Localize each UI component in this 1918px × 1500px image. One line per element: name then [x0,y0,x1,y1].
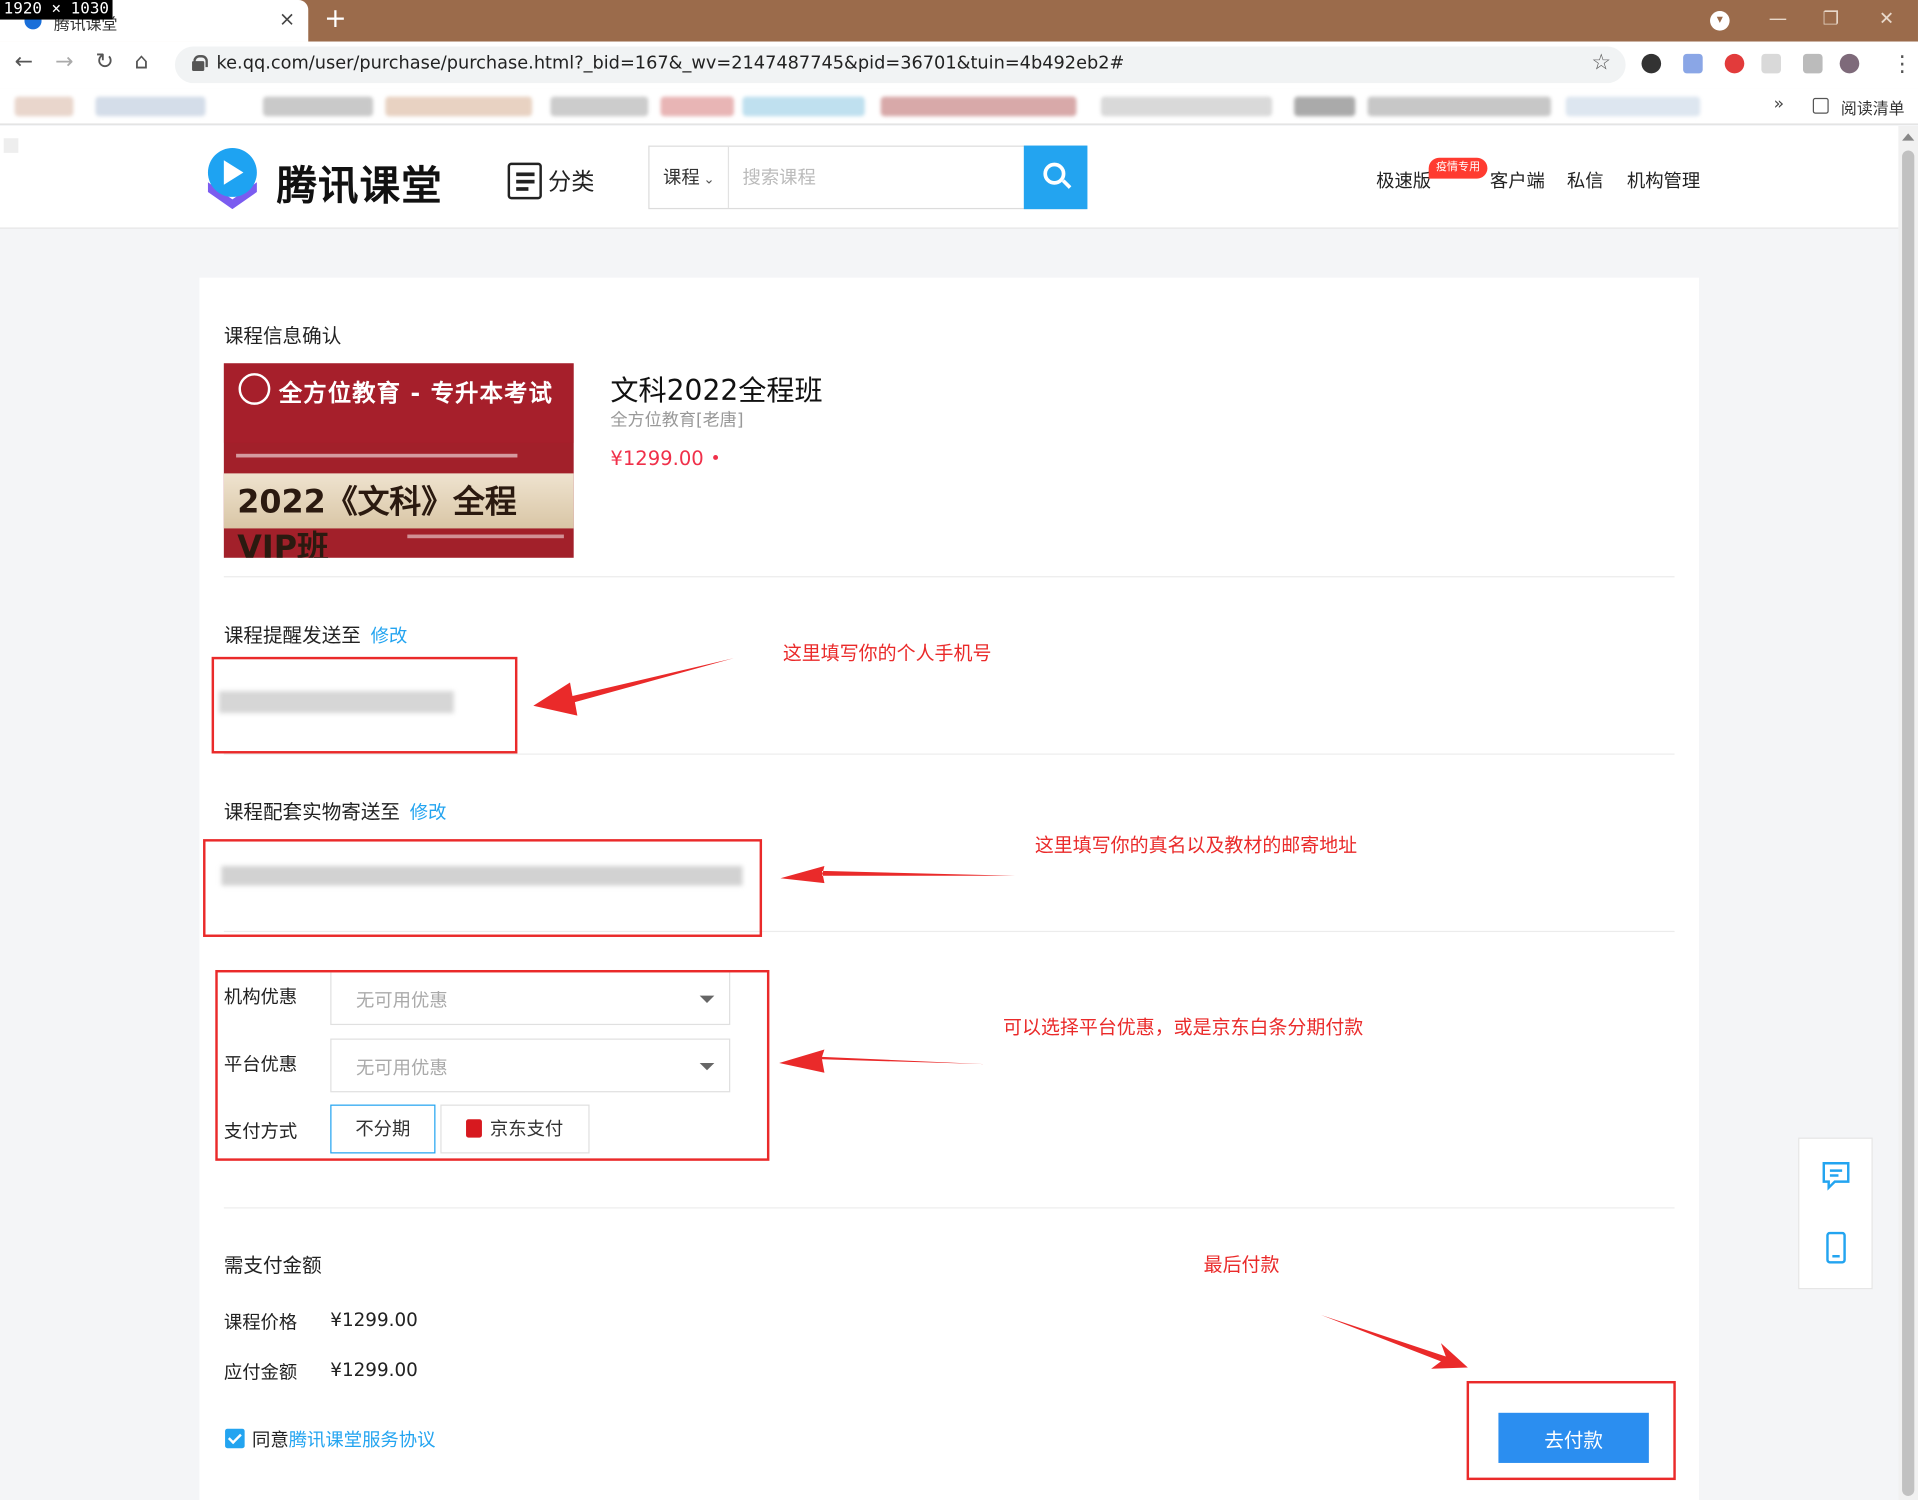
profile-menu-icon[interactable]: ▾ [1710,11,1730,31]
annotation-box-address [203,839,763,937]
back-icon[interactable]: ← [15,49,33,75]
reload-icon[interactable]: ↻ [95,49,113,75]
side-toolbar [1798,1137,1873,1290]
amount-due-title: 需支付金额 [223,1253,322,1278]
more-bookmarks-icon[interactable]: » [1774,94,1784,114]
service-agreement-link[interactable]: 腾讯课堂服务协议 [289,1429,436,1451]
lock-icon [192,55,208,71]
cover-course-title: 2022《文科》全程VIP班 [237,484,517,558]
nav-messages[interactable]: 私信 [1567,168,1604,194]
course-cover-image[interactable]: 全方位教育 - 专升本考试 2022《文科》全程VIP班 [223,363,574,558]
course-name[interactable]: 文科2022全程班 [610,367,822,409]
category-label[interactable]: 分类 [548,164,595,197]
extension-icon[interactable] [1683,53,1703,74]
screenshot-stage: 腾讯课堂 × + ▾ — ❐ ✕ 1920 × 1030 ← → ↻ ⌂ ke.… [0,0,1918,1500]
reminder-title: 课程提醒发送至 修改 [223,623,408,648]
bookmark-item[interactable] [1294,96,1356,117]
reminder-edit-link[interactable]: 修改 [371,625,408,647]
bookmark-item[interactable] [660,96,734,117]
promo-badge: 疫情专用 [1428,157,1488,179]
amount-due-value: ¥1299.00 [330,1358,418,1381]
scrollbar-thumb[interactable] [1902,150,1915,1496]
tencent-classroom-logo-icon[interactable] [198,146,266,210]
bookmark-item[interactable] [880,96,1077,117]
bookmark-item[interactable] [742,96,865,117]
bookmark-item[interactable] [262,96,374,117]
address-bar[interactable]: ke.qq.com/user/purchase/purchase.html?_b… [174,46,1626,84]
course-price: ¥1299.00 [610,446,704,470]
search-type-label: 课程 [662,166,700,189]
reading-list-icon [1812,97,1829,114]
bookmark-item[interactable] [1367,96,1552,117]
reading-list[interactable]: 阅读清单 [1841,95,1905,118]
search-input[interactable] [730,146,1024,208]
close-window-icon[interactable]: ✕ [1879,7,1894,29]
extension-icon[interactable] [1641,53,1662,74]
category-icon[interactable] [507,162,542,200]
bookmark-item[interactable] [550,96,649,117]
forward-icon[interactable]: → [55,49,73,75]
bookmark-item[interactable] [1100,96,1273,117]
browser-tabstrip: 腾讯课堂 × + ▾ — ❐ ✕ 1920 × 1030 [0,0,1918,42]
shipping-edit-link[interactable]: 修改 [410,801,447,823]
logo-text[interactable]: 腾讯课堂 [276,153,442,212]
annotation-box-discount [215,969,770,1161]
avatar[interactable] [1839,53,1860,74]
nav-org-admin[interactable]: 机构管理 [1627,168,1700,194]
agree-checkbox[interactable] [225,1428,245,1449]
browser-toolbar: ← → ↻ ⌂ ke.qq.com/user/purchase/purchase… [0,41,1918,89]
home-icon[interactable]: ⌂ [135,49,149,75]
bookmarks-bar: » 阅读清单 [0,88,1918,125]
bookmark-item[interactable] [95,96,206,117]
page-scrollbar[interactable] [1898,125,1918,1500]
minimize-icon[interactable]: — [1769,7,1787,29]
feedback-message-icon[interactable] [1820,1160,1852,1192]
menu-kebab-icon[interactable]: ⋮ [1891,51,1913,77]
course-price-value: ¥1299.00 [330,1308,418,1331]
nav-client[interactable]: 客户端 [1490,168,1545,194]
extension-icon[interactable] [1761,53,1781,74]
bookmark-item[interactable] [385,96,533,117]
agree-text: 同意腾讯课堂服务协议 [251,1428,436,1451]
cover-headline: 全方位教育 - 专升本考试 [278,380,554,408]
nav-lite-version[interactable]: 极速版 [1376,168,1431,194]
bookmark-item[interactable] [14,96,74,117]
course-price-label: 课程价格 [223,1311,298,1334]
course-org[interactable]: 全方位教育[老唐] [610,407,743,431]
amount-due-label: 应付金额 [223,1361,298,1384]
search-box: 课程 ⌄ [648,145,1088,210]
annotation-box-phone [211,656,518,754]
mobile-app-icon[interactable] [1820,1231,1852,1264]
extension-icon[interactable] [1724,53,1745,74]
chevron-down-icon: ⌄ [703,171,715,188]
bookmark-star-icon[interactable]: ☆ [1591,50,1611,76]
annotation-discount-text: 可以选择平台优惠，或是京东白条分期付款 [1003,1016,1364,1039]
search-button[interactable] [1023,145,1088,210]
shipping-title: 课程配套实物寄送至 修改 [223,799,447,824]
annotation-address-text: 这里填写你的真名以及教材的邮寄地址 [1034,834,1358,857]
extension-icon[interactable] [1802,53,1823,74]
dimension-badge: 1920 × 1030 [0,0,113,20]
new-tab-icon[interactable]: + [324,4,347,35]
annotation-phone-text: 这里填写你的个人手机号 [782,642,992,665]
seal-icon [238,373,271,405]
annotation-box-pay [1466,1380,1676,1481]
annotation-pay-text: 最后付款 [1203,1253,1280,1276]
search-type-dropdown[interactable]: 课程 ⌄ [650,146,730,208]
tab-close-icon[interactable]: × [279,7,295,30]
bookmark-item[interactable] [1565,96,1701,117]
site-header: 腾讯课堂 分类 课程⌄ 极速版 疫情专用 客户端 私信 机构管理 [0,125,1899,229]
scroll-up-icon[interactable] [1902,133,1915,141]
url-text: ke.qq.com/user/purchase/purchase.html?_b… [216,53,1125,74]
restore-icon[interactable]: ❐ [1823,7,1839,29]
course-info-title: 课程信息确认 [223,324,342,348]
